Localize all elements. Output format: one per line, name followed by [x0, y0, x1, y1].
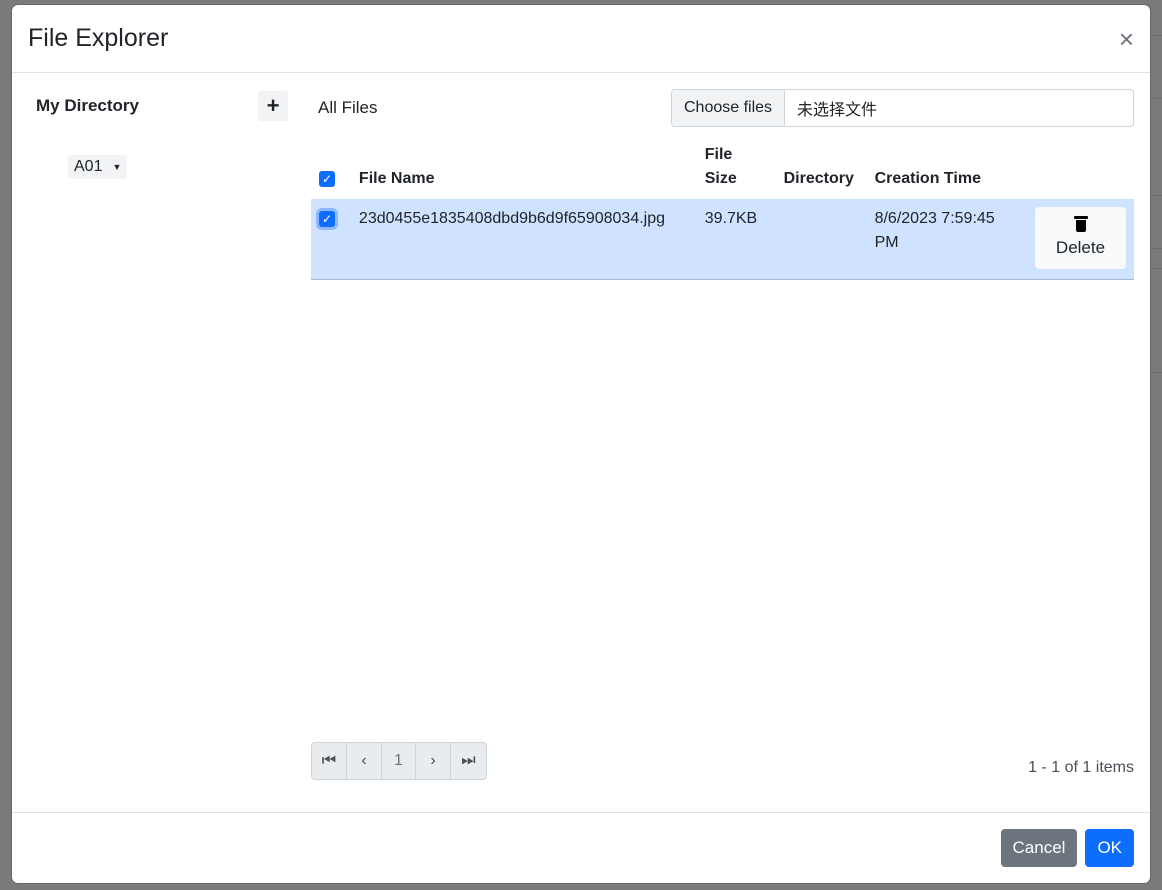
- choose-files-button[interactable]: Choose files: [672, 90, 786, 126]
- caret-down-icon[interactable]: ▼: [112, 162, 121, 172]
- cell-creation-time: 8/6/2023 7:59:45 PM: [866, 199, 1027, 279]
- modal-body: My Directory + A01 ▼ All Files Choose fi…: [12, 73, 1150, 812]
- file-list-toolbar: All Files Choose files 未选择文件: [311, 89, 1134, 127]
- last-page-icon[interactable]: ⏭: [451, 743, 486, 779]
- header-file-name[interactable]: File Name: [351, 143, 697, 199]
- ok-button[interactable]: OK: [1085, 829, 1134, 867]
- directory-item-a01[interactable]: A01 ▼: [68, 155, 128, 179]
- file-explorer-modal: File Explorer × My Directory + A01 ▼ All…: [12, 5, 1150, 883]
- pagination: ⏮ ‹ 1 › ⏭: [311, 742, 487, 780]
- select-all-checkbox[interactable]: ✓: [319, 171, 335, 187]
- sidebar-title: My Directory: [36, 96, 139, 115]
- cell-file-name: 23d0455e1835408dbd9b6d9f65908034.jpg: [350, 199, 697, 279]
- modal-header: File Explorer ×: [12, 5, 1150, 73]
- panel-heading: All Files: [318, 98, 378, 117]
- items-count: 1 - 1 of 1 items: [1028, 759, 1134, 776]
- header-file-size[interactable]: File Size: [697, 143, 776, 199]
- delete-button[interactable]: Delete: [1035, 207, 1126, 269]
- add-directory-button[interactable]: +: [258, 91, 288, 121]
- table-row[interactable]: ✓ 23d0455e1835408dbd9b6d9f65908034.jpg 3…: [311, 199, 1134, 279]
- sidebar-header: My Directory +: [36, 91, 288, 121]
- file-table: ✓ File Name File Size Directory Creation …: [311, 143, 1134, 280]
- modal-title: File Explorer: [28, 24, 169, 52]
- delete-label: Delete: [1055, 238, 1106, 257]
- header-directory[interactable]: Directory: [776, 143, 867, 199]
- file-upload-input[interactable]: Choose files 未选择文件: [671, 89, 1134, 127]
- row-checkbox[interactable]: ✓: [319, 211, 335, 227]
- directory-item-label: A01: [74, 158, 103, 175]
- directory-sidebar: My Directory + A01 ▼: [36, 91, 288, 179]
- prev-page-icon[interactable]: ‹: [347, 743, 382, 779]
- file-list-panel: All Files Choose files 未选择文件 ✓ File Name…: [311, 89, 1134, 280]
- next-page-icon[interactable]: ›: [416, 743, 451, 779]
- cancel-button[interactable]: Cancel: [1000, 829, 1078, 867]
- file-input-status: 未选择文件: [797, 102, 878, 119]
- close-icon[interactable]: ×: [1119, 26, 1134, 52]
- page-number[interactable]: 1: [382, 743, 416, 779]
- table-header-row: ✓ File Name File Size Directory Creation …: [311, 143, 1134, 199]
- first-page-icon[interactable]: ⏮: [312, 743, 347, 779]
- modal-footer: Cancel OK: [12, 812, 1150, 883]
- cell-directory: [775, 199, 867, 279]
- cell-file-size: 39.7KB: [696, 199, 776, 279]
- header-creation-time[interactable]: Creation Time: [867, 143, 1027, 199]
- trash-icon: [1073, 216, 1088, 232]
